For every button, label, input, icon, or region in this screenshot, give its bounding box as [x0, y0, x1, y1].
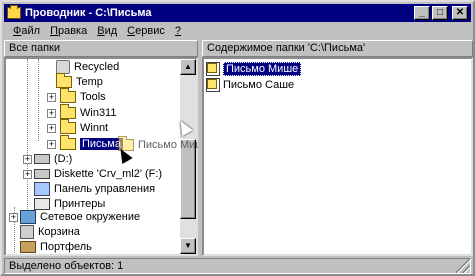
expand-d-button[interactable]: + — [23, 155, 32, 164]
tree-scrollbar[interactable]: ▲ ▼ — [180, 59, 196, 254]
document-icon — [206, 78, 220, 92]
explorer-app-icon[interactable] — [7, 5, 21, 19]
tree-item-recycle-bin[interactable]: Корзина — [20, 224, 80, 240]
recycle-bin-icon — [20, 225, 34, 239]
network-icon — [20, 210, 36, 224]
all-folders-header: Все папки — [4, 40, 198, 57]
tree-item-recycled[interactable]: Recycled — [56, 59, 119, 75]
menu-tools[interactable]: Сервис — [122, 23, 170, 39]
folder-icon — [60, 119, 76, 134]
explorer-window: Проводник - C:\Письма _ □ ✕ Файл Правка … — [0, 0, 475, 276]
tree-item-pisma[interactable]: Письма — [60, 135, 123, 152]
title-bar[interactable]: Проводник - C:\Письма _ □ ✕ — [4, 4, 471, 22]
folder-contents-pane[interactable]: Письмо Мише Письмо Саше — [202, 57, 473, 256]
folder-contents-header: Содержимое папки 'C:\Письма' — [202, 40, 473, 57]
status-bar: Выделено объектов: 1 — [4, 258, 471, 274]
folder-icon — [56, 73, 72, 88]
expand-tools-button[interactable]: + — [47, 93, 56, 102]
close-button[interactable]: ✕ — [452, 6, 468, 20]
drive-icon — [34, 154, 50, 164]
tree-item-winnt[interactable]: Winnt — [60, 119, 108, 136]
control-panel-icon — [34, 182, 50, 196]
menu-view[interactable]: Вид — [92, 23, 122, 39]
expand-diskette-button[interactable]: + — [23, 170, 32, 179]
file-item-pismo-sashe[interactable]: Письмо Саше — [206, 77, 294, 93]
scroll-down-button[interactable]: ▼ — [180, 238, 196, 254]
tree-item-briefcase[interactable]: Портфель — [20, 239, 92, 254]
folder-open-icon — [60, 135, 76, 150]
maximize-button[interactable]: □ — [432, 6, 448, 20]
expand-winnt-button[interactable]: + — [47, 124, 56, 133]
tree-item-tools[interactable]: Tools — [60, 88, 106, 105]
document-icon — [206, 62, 220, 76]
status-text: Выделено объектов: 1 — [9, 260, 124, 272]
folder-icon — [60, 88, 76, 103]
tree-item-control-panel[interactable]: Панель управления — [34, 181, 155, 197]
expand-pisma-button[interactable]: + — [47, 140, 56, 149]
drive-icon — [34, 169, 50, 179]
tree-item-network[interactable]: Сетевое окружение — [20, 209, 140, 225]
file-item-pismo-mishe[interactable]: Письмо Мише — [206, 61, 302, 77]
folder-icon — [60, 104, 76, 119]
menu-help[interactable]: ? — [170, 23, 186, 39]
briefcase-icon — [20, 241, 36, 253]
recycle-icon — [56, 60, 70, 74]
window-title: Проводник - C:\Письма — [25, 7, 152, 19]
folder-tree-pane[interactable]: Recycled Temp + Tools + Win311 + Winnt +… — [4, 57, 198, 256]
minimize-button[interactable]: _ — [414, 6, 430, 20]
window-controls: _ □ ✕ — [414, 6, 468, 20]
scroll-thumb[interactable] — [180, 139, 196, 219]
tree-item-diskette[interactable]: Diskette 'Crv_ml2' (F:) — [34, 166, 162, 182]
drag-ghost: Письмо Мише — [118, 136, 210, 151]
menu-bar: Файл Правка Вид Сервис ? — [4, 22, 471, 40]
tree-item-drive-d[interactable]: (D:) — [34, 151, 72, 167]
menu-edit[interactable]: Правка — [45, 23, 92, 39]
scroll-up-button[interactable]: ▲ — [180, 59, 196, 75]
menu-file[interactable]: Файл — [8, 23, 45, 39]
expand-win311-button[interactable]: + — [47, 109, 56, 118]
expand-network-button[interactable]: + — [9, 213, 18, 222]
resize-grip-icon[interactable] — [456, 259, 470, 273]
